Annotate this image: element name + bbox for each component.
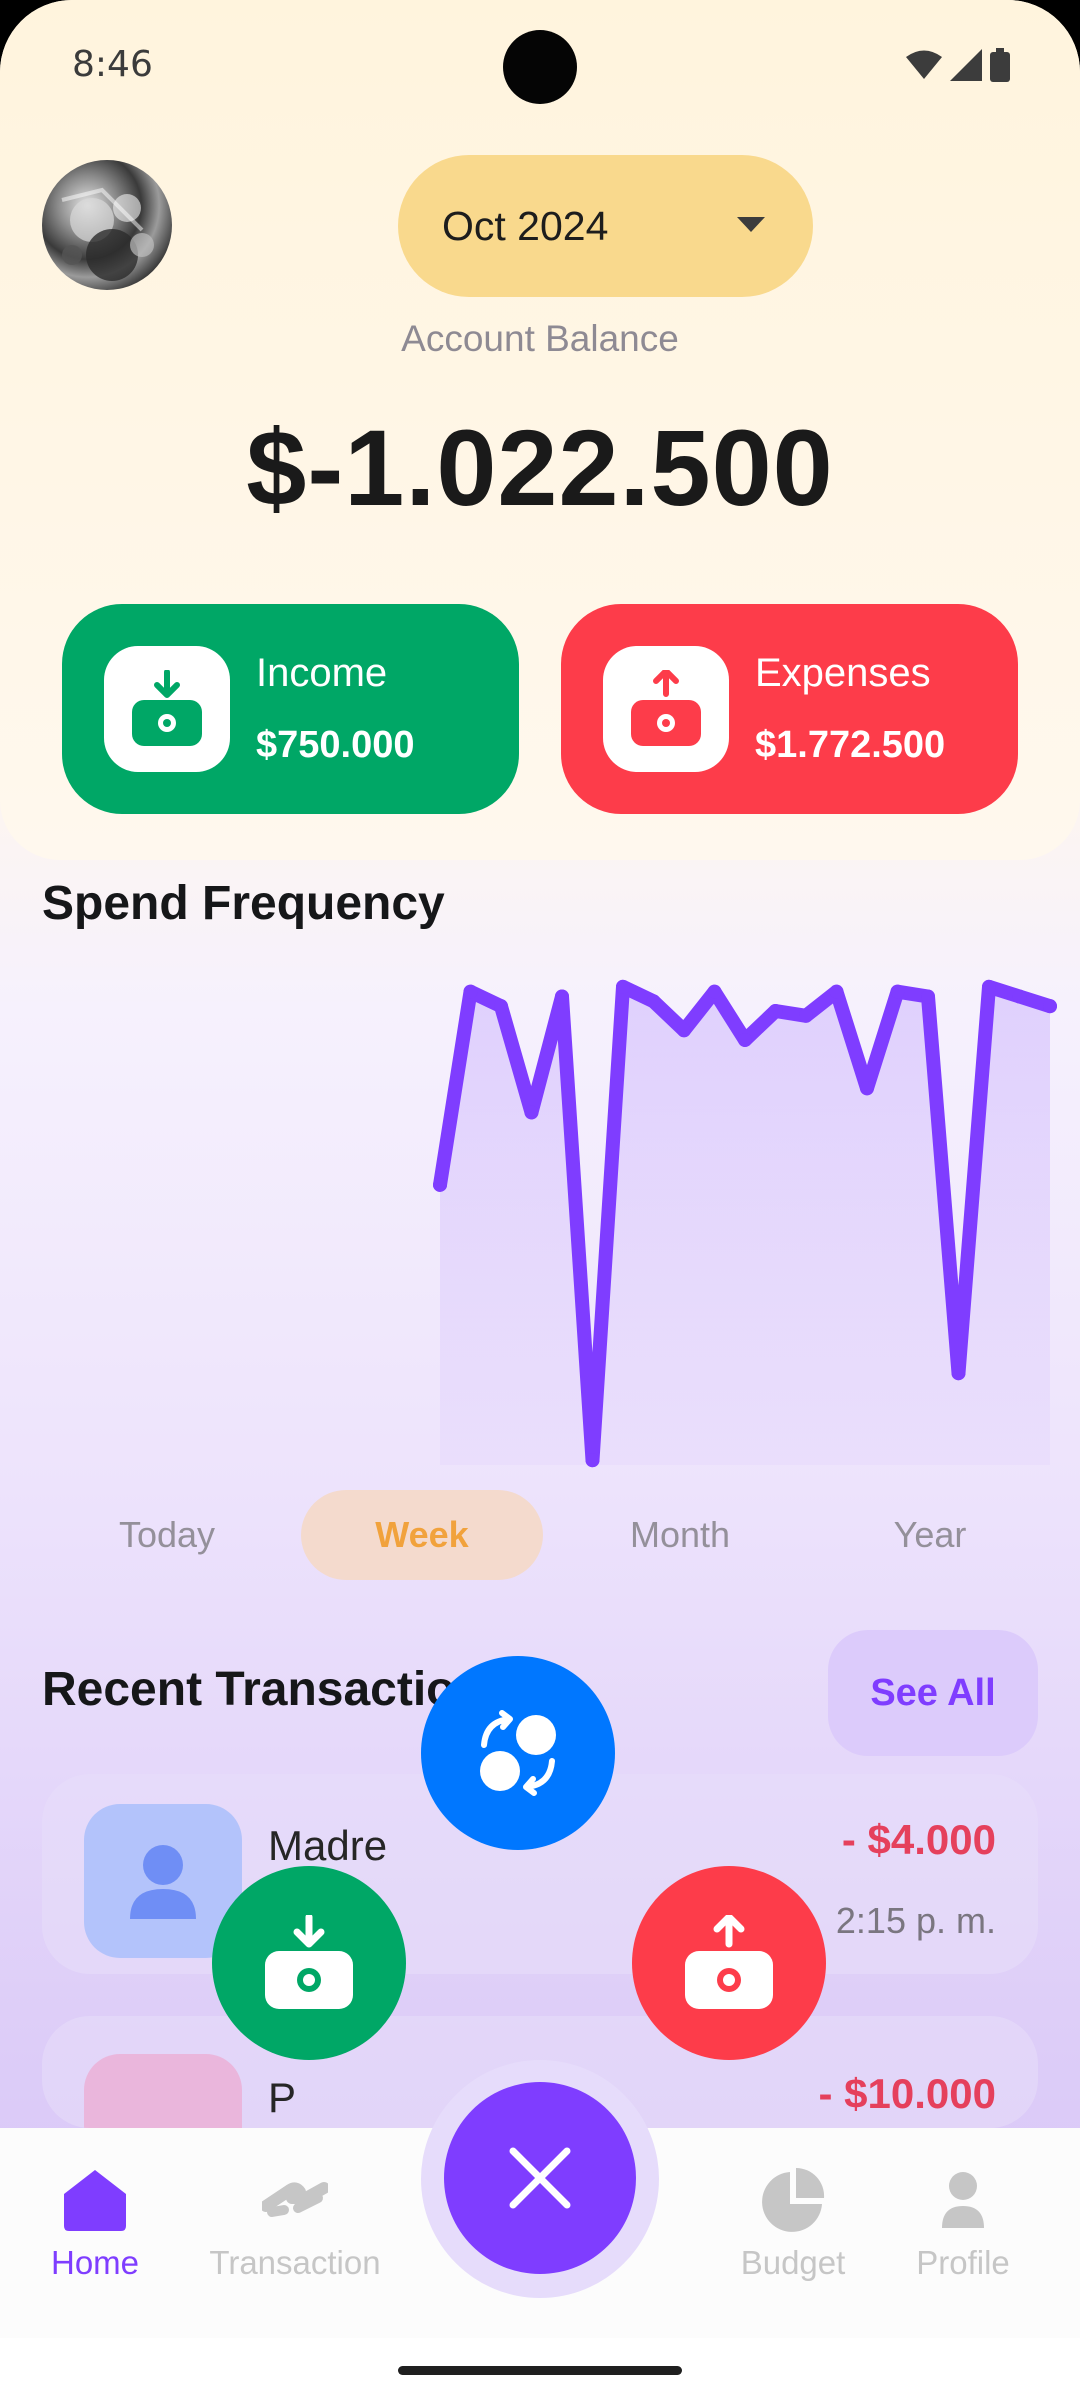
home-gesture-handle[interactable] <box>398 2366 682 2375</box>
user-icon <box>942 2172 984 2228</box>
battery-icon <box>990 48 1010 82</box>
chart-point <box>646 994 661 1009</box>
expenses-title: Expenses <box>755 651 931 695</box>
expenses-card[interactable]: Expenses $1.772.500 <box>561 604 1018 814</box>
tab-today[interactable]: Today <box>72 1490 262 1580</box>
chart-point <box>494 999 508 1014</box>
chart-area <box>440 986 1050 1465</box>
chart-point <box>1043 999 1057 1014</box>
signal-icon <box>950 49 982 81</box>
status-time: 8:46 <box>72 44 153 85</box>
close-icon <box>509 2147 571 2209</box>
pie-chart-icon <box>762 2168 825 2232</box>
transaction-name: Madre <box>268 1822 388 1869</box>
app-screen: 8:46 Oct 2024 Account Balance $-1.022.50… <box>0 0 1080 2400</box>
chart-point <box>585 1453 600 1468</box>
expense-icon <box>685 1915 773 2009</box>
month-selector-label: Oct 2024 <box>442 202 609 249</box>
chart-point <box>860 1081 874 1096</box>
recent-transactions-title: Recent Transaction <box>42 1663 485 1716</box>
transaction-amount: - $4.000 <box>841 1816 996 1863</box>
expenses-amount: $1.772.500 <box>755 724 946 766</box>
add-income-button[interactable] <box>212 1866 406 2060</box>
nav-profile-label: Profile <box>916 2244 1010 2281</box>
status-icons <box>906 48 1010 82</box>
wifi-icon <box>906 50 942 79</box>
see-all-button[interactable]: See All <box>828 1630 1038 1756</box>
transaction-amount: - $10.000 <box>818 2070 996 2117</box>
expense-icon <box>603 646 729 772</box>
add-expense-button[interactable] <box>632 1866 826 2060</box>
avatar[interactable] <box>42 160 172 290</box>
chart-point <box>829 984 844 999</box>
nav-budget[interactable]: Budget <box>698 2168 888 2282</box>
tab-year[interactable]: Year <box>835 1490 1025 1580</box>
avatar-image <box>61 187 154 281</box>
month-selector[interactable]: Oct 2024 <box>398 155 813 297</box>
front-camera <box>503 30 577 104</box>
income-card[interactable]: Income $750.000 <box>62 604 519 814</box>
transaction-name: P <box>268 2074 297 2121</box>
income-icon <box>265 1915 353 2009</box>
tab-week[interactable]: Week <box>301 1490 543 1580</box>
chart-point <box>799 1008 813 1023</box>
income-title: Income <box>256 651 388 695</box>
home-icon <box>64 2170 126 2231</box>
chart-point <box>982 979 996 994</box>
chart-point <box>707 984 722 999</box>
category-icon <box>84 2054 242 2128</box>
transaction-icon <box>262 2182 328 2217</box>
nav-profile[interactable]: Profile <box>868 2168 1058 2282</box>
balance-label: Account Balance <box>401 318 679 359</box>
nav-transaction[interactable]: Transaction <box>200 2168 390 2282</box>
chart-point <box>463 984 478 999</box>
nav-home-label: Home <box>50 2244 140 2281</box>
close-menu-button[interactable] <box>444 2082 636 2274</box>
spend-frequency-title: Spend Frequency <box>42 877 445 930</box>
nav-budget-label: Budget <box>740 2244 846 2281</box>
chart-point <box>768 1003 783 1018</box>
nav-transaction-label: Transaction <box>209 2244 381 2281</box>
tab-month[interactable]: Month <box>585 1490 775 1580</box>
chart-point <box>555 989 569 1004</box>
chart-point <box>738 1032 752 1047</box>
chart-point <box>951 1366 966 1381</box>
nav-home[interactable]: Home <box>0 2168 190 2282</box>
transaction-time: 2:15 p. m. <box>835 1900 996 1941</box>
chart-point <box>890 984 905 999</box>
chart-point <box>677 1023 691 1038</box>
transfer-icon <box>480 1710 556 1796</box>
status-bar: 8:46 <box>0 0 1080 130</box>
spend-frequency-chart <box>0 960 1080 1480</box>
transfer-button[interactable] <box>421 1656 615 1850</box>
chart-point <box>921 989 935 1004</box>
chevron-down-icon <box>737 217 765 232</box>
income-amount: $750.000 <box>256 724 415 766</box>
chart-point <box>524 1105 539 1120</box>
income-icon <box>104 646 230 772</box>
balance-value: $-1.022.500 <box>246 407 834 528</box>
chart-svg <box>433 979 1057 1468</box>
frequency-tabs: Today Week Month Year <box>0 1490 1080 1580</box>
chart-point <box>616 979 630 994</box>
chart-point <box>1012 989 1027 1004</box>
chart-point <box>433 1177 447 1192</box>
